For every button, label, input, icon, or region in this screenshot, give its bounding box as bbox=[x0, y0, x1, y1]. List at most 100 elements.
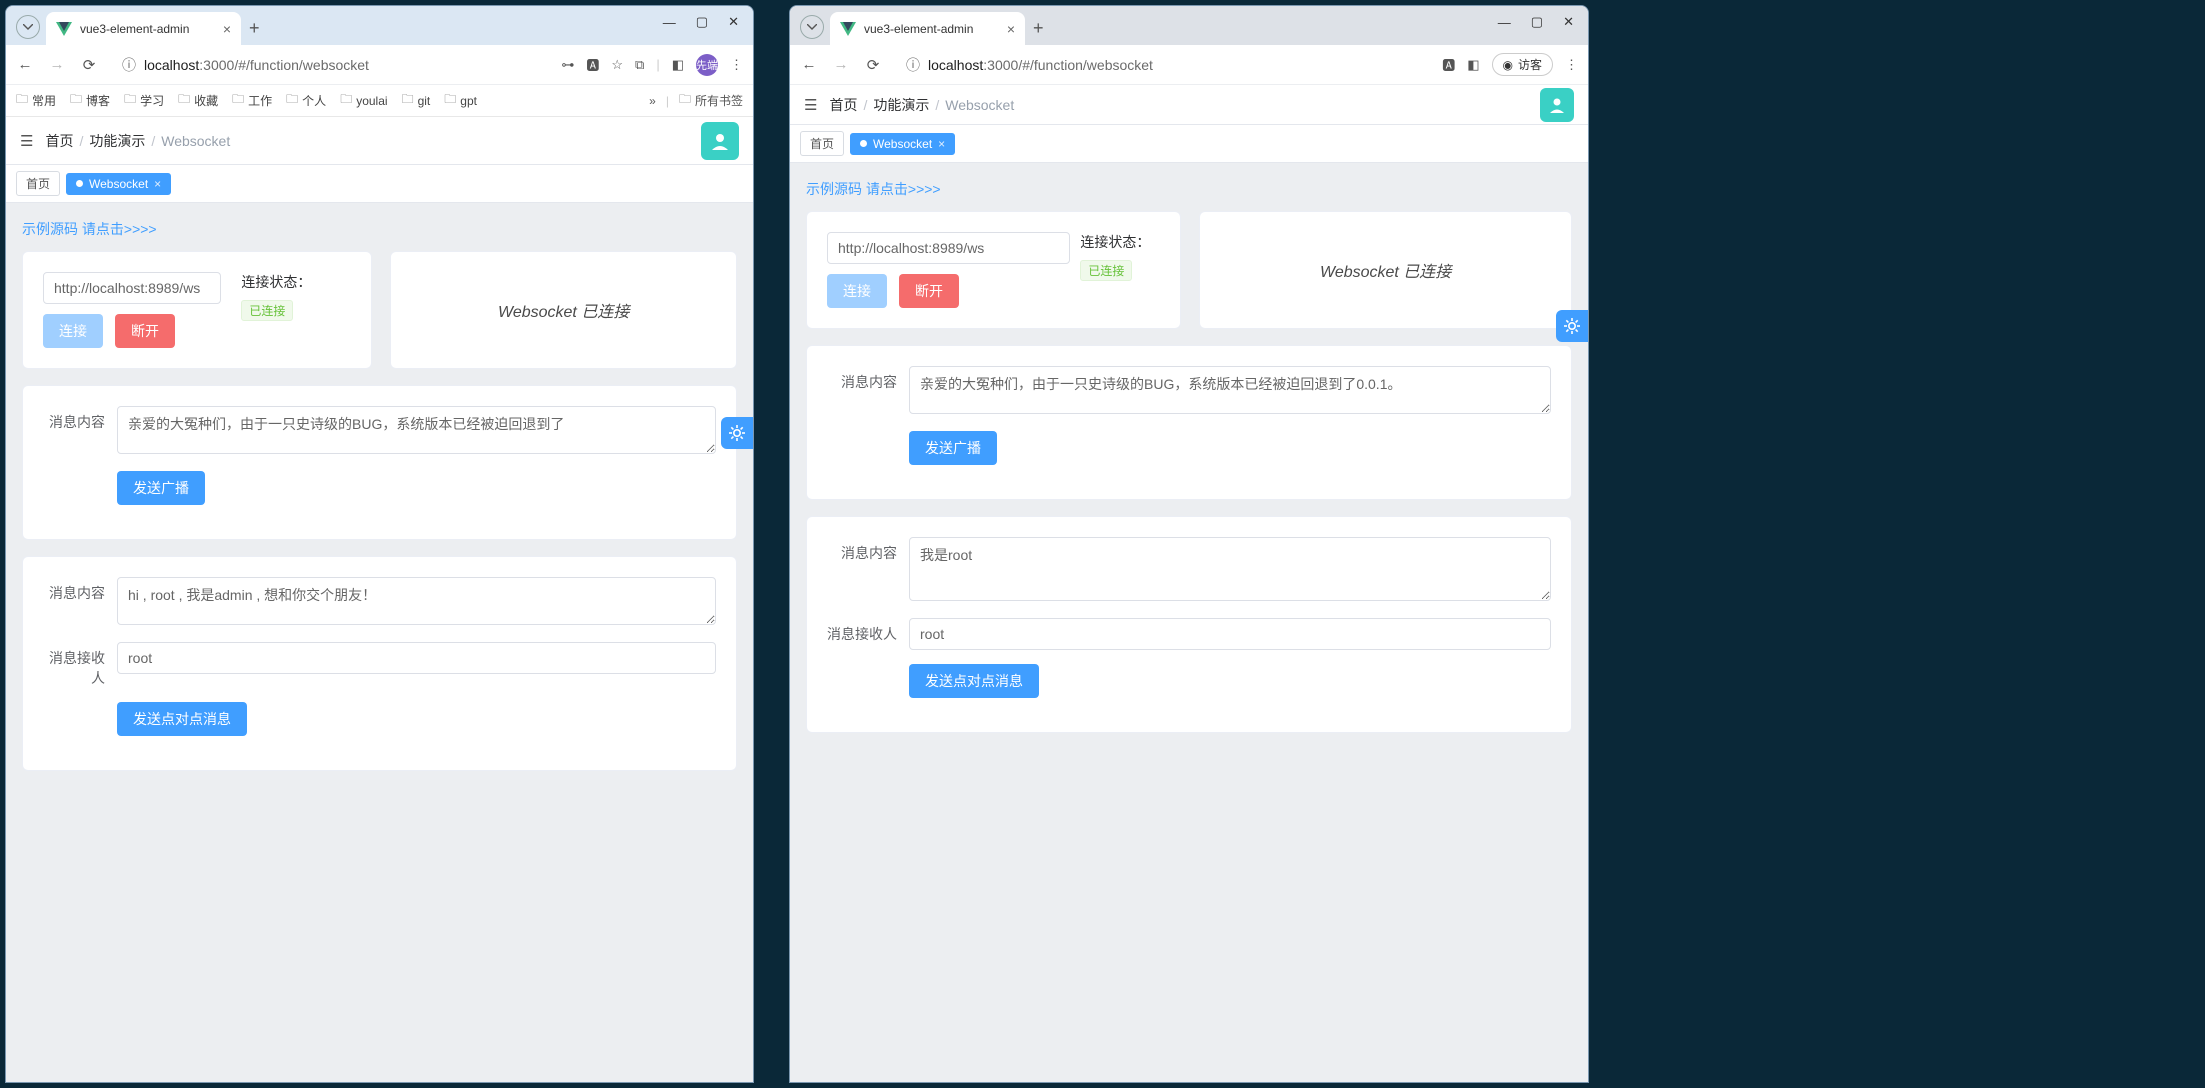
source-code-link[interactable]: 示例源码 请点击>>>> bbox=[22, 219, 737, 239]
breadcrumb-item[interactable]: 功能演示 bbox=[873, 95, 929, 115]
page-tab-home[interactable]: 首页 bbox=[800, 131, 844, 156]
avatar-icon bbox=[709, 130, 731, 152]
folder-icon: 🗀 bbox=[70, 90, 82, 111]
close-window-icon[interactable]: ✕ bbox=[728, 14, 739, 30]
send-p2p-button[interactable]: 发送点对点消息 bbox=[117, 702, 247, 736]
bookmark-item[interactable]: 🗀工作 bbox=[232, 90, 272, 111]
window-controls: — ▢ ✕ bbox=[1484, 6, 1588, 38]
folder-icon: 🗀 bbox=[232, 90, 244, 111]
page-tab-home[interactable]: 首页 bbox=[16, 171, 60, 196]
person-icon: ◉ bbox=[1503, 58, 1513, 72]
sidepanel-icon[interactable]: ◧ bbox=[672, 57, 684, 73]
titlebar: vue3-element-admin × + — ▢ ✕ bbox=[790, 6, 1588, 45]
bookmarks-overflow-icon[interactable]: » bbox=[649, 94, 656, 108]
page-tab-websocket[interactable]: Websocket × bbox=[66, 173, 171, 195]
reload-icon[interactable]: ⟳ bbox=[864, 56, 882, 74]
active-dot-icon bbox=[76, 180, 83, 187]
bookmark-item[interactable]: 🗀git bbox=[402, 90, 431, 111]
bookmark-item[interactable]: 🗀收藏 bbox=[178, 90, 218, 111]
send-broadcast-button[interactable]: 发送广播 bbox=[909, 431, 997, 465]
p2p-textarea[interactable] bbox=[909, 537, 1551, 601]
p2p-card: 消息内容 消息接收人 发送点对点消息 bbox=[22, 556, 737, 771]
disconnect-button[interactable]: 断开 bbox=[899, 274, 959, 308]
folder-icon: 🗀 bbox=[444, 90, 456, 111]
forward-icon[interactable]: → bbox=[832, 56, 850, 73]
broadcast-label: 消息内容 bbox=[827, 366, 897, 392]
extensions-icon[interactable]: ⧉ bbox=[635, 57, 644, 73]
disconnect-button[interactable]: 断开 bbox=[115, 314, 175, 348]
tab-search-dropdown[interactable] bbox=[16, 15, 40, 39]
reload-icon[interactable]: ⟳ bbox=[80, 56, 98, 74]
status-label: 连接状态： bbox=[241, 272, 351, 292]
back-icon[interactable]: ← bbox=[16, 56, 34, 73]
folder-icon: 🗀 bbox=[402, 90, 414, 111]
receiver-input[interactable] bbox=[117, 642, 716, 674]
p2p-textarea[interactable] bbox=[117, 577, 716, 625]
settings-float-button[interactable] bbox=[1556, 310, 1588, 342]
browser-tab[interactable]: vue3-element-admin × bbox=[46, 12, 241, 45]
bookmark-item[interactable]: 🗀常用 bbox=[16, 90, 56, 111]
url-field[interactable]: ⓘ localhost:3000/#/function/websocket bbox=[112, 50, 547, 80]
close-tab-icon[interactable]: × bbox=[938, 137, 945, 151]
vue-logo-icon bbox=[56, 22, 72, 36]
translate-icon[interactable]: 🅰 bbox=[586, 55, 599, 74]
sidebar-toggle-icon[interactable]: ☰ bbox=[20, 132, 33, 150]
new-tab-button[interactable]: + bbox=[1025, 18, 1052, 45]
bookmark-item[interactable]: 🗀个人 bbox=[286, 90, 326, 111]
key-icon[interactable]: ⊶ bbox=[561, 57, 574, 73]
bookmark-item[interactable]: 🗀youlai bbox=[340, 90, 387, 111]
back-icon[interactable]: ← bbox=[800, 56, 818, 73]
bookmark-item[interactable]: 🗀学习 bbox=[124, 90, 164, 111]
settings-float-button[interactable] bbox=[721, 417, 753, 449]
breadcrumb-item[interactable]: 首页 bbox=[829, 95, 857, 115]
close-tab-icon[interactable]: × bbox=[154, 177, 161, 191]
breadcrumb-item[interactable]: 首页 bbox=[45, 131, 73, 151]
sidepanel-icon[interactable]: ◧ bbox=[1467, 57, 1479, 73]
tab-search-dropdown[interactable] bbox=[800, 15, 824, 39]
addressbar-actions: ⊶ 🅰 ☆ ⧉ | ◧ 先端 ⋮ bbox=[561, 54, 743, 76]
star-icon[interactable]: ☆ bbox=[611, 57, 623, 73]
bookmark-item[interactable]: 🗀gpt bbox=[444, 90, 477, 111]
forward-icon[interactable]: → bbox=[48, 56, 66, 73]
source-code-link[interactable]: 示例源码 请点击>>>> bbox=[806, 179, 1572, 199]
breadcrumb-item[interactable]: 功能演示 bbox=[89, 131, 145, 151]
sidebar-toggle-icon[interactable]: ☰ bbox=[804, 96, 817, 114]
ws-url-input[interactable] bbox=[827, 232, 1070, 264]
profile-avatar-badge[interactable]: 先端 bbox=[696, 54, 718, 76]
maximize-icon[interactable]: ▢ bbox=[1531, 14, 1543, 30]
close-window-icon[interactable]: ✕ bbox=[1563, 14, 1574, 30]
ws-url-input[interactable] bbox=[43, 272, 221, 304]
page-tab-websocket[interactable]: Websocket × bbox=[850, 133, 955, 155]
browser-tab[interactable]: vue3-element-admin × bbox=[830, 12, 1025, 45]
connect-button[interactable]: 连接 bbox=[827, 274, 887, 308]
broadcast-textarea[interactable] bbox=[909, 366, 1551, 414]
translate-icon[interactable]: 🅰 bbox=[1442, 55, 1455, 74]
maximize-icon[interactable]: ▢ bbox=[696, 14, 708, 30]
send-broadcast-button[interactable]: 发送广播 bbox=[117, 471, 205, 505]
minimize-icon[interactable]: — bbox=[663, 15, 676, 30]
new-tab-button[interactable]: + bbox=[241, 18, 268, 45]
send-p2p-button[interactable]: 发送点对点消息 bbox=[909, 664, 1039, 698]
close-tab-icon[interactable]: × bbox=[1007, 21, 1015, 37]
broadcast-textarea[interactable] bbox=[117, 406, 716, 454]
close-tab-icon[interactable]: × bbox=[223, 21, 231, 37]
guest-profile-chip[interactable]: ◉ 访客 bbox=[1492, 53, 1554, 76]
browser-tab-title: vue3-element-admin bbox=[864, 22, 973, 36]
chevron-down-icon bbox=[807, 24, 817, 30]
site-info-icon[interactable]: ⓘ bbox=[122, 55, 136, 75]
minimize-icon[interactable]: — bbox=[1498, 15, 1511, 30]
all-bookmarks[interactable]: 🗀所有书签 bbox=[679, 90, 743, 111]
bookmark-item[interactable]: 🗀博客 bbox=[70, 90, 110, 111]
menu-dots-icon[interactable]: ⋮ bbox=[1565, 57, 1578, 73]
chevron-down-icon bbox=[23, 24, 33, 30]
menu-dots-icon[interactable]: ⋮ bbox=[730, 57, 743, 73]
connect-button[interactable]: 连接 bbox=[43, 314, 103, 348]
url-field[interactable]: ⓘ localhost:3000/#/function/websocket bbox=[896, 50, 1428, 80]
receiver-label: 消息接收人 bbox=[43, 642, 105, 688]
status-label: 连接状态： bbox=[1080, 232, 1160, 252]
user-avatar[interactable] bbox=[1540, 88, 1574, 122]
site-info-icon[interactable]: ⓘ bbox=[906, 55, 920, 75]
folder-icon: 🗀 bbox=[16, 90, 28, 111]
user-avatar[interactable] bbox=[701, 122, 739, 160]
receiver-input[interactable] bbox=[909, 618, 1551, 650]
